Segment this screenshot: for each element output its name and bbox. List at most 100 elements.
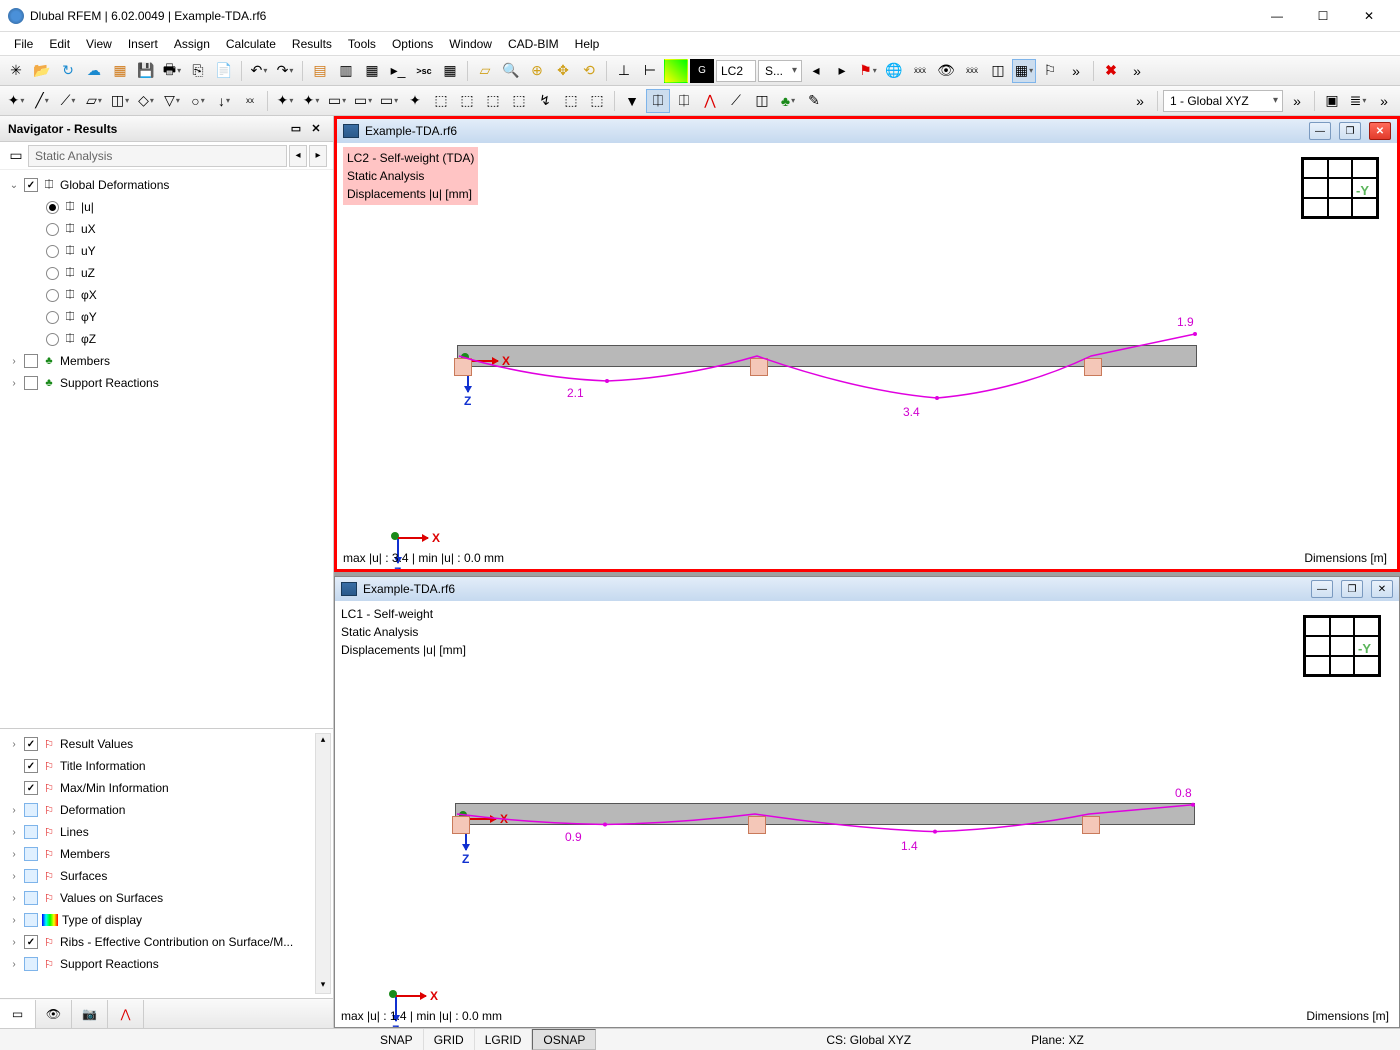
analysis-type-icon[interactable]: ▭: [6, 146, 26, 166]
next-lc-icon[interactable]: ▸: [830, 59, 854, 83]
block-icon[interactable]: ▦: [108, 59, 132, 83]
print-icon[interactable]: 🖶▾: [160, 59, 184, 83]
menu-help[interactable]: Help: [567, 34, 608, 54]
status-lgrid[interactable]: LGRID: [475, 1029, 533, 1050]
color-icon[interactable]: [664, 59, 688, 83]
label-icon[interactable]: xx: [238, 89, 262, 113]
menu-insert[interactable]: Insert: [120, 34, 166, 54]
tree-support-reactions[interactable]: › ♣ Support Reactions: [0, 372, 333, 394]
viewport-maximize-icon[interactable]: ❐: [1339, 122, 1361, 140]
checkbox[interactable]: [24, 935, 38, 949]
tool12-icon[interactable]: ⬚: [559, 89, 583, 113]
tree-global-deformations[interactable]: ⌄ ⎅ Global Deformations: [0, 174, 333, 196]
display-result-values[interactable]: › ⚐Result Values: [0, 733, 333, 755]
tool4-icon[interactable]: ▭▾: [351, 89, 375, 113]
grid2-icon[interactable]: ▦▾: [1012, 59, 1036, 83]
tree-radio-uY[interactable]: ⎅ uY: [0, 240, 333, 262]
viewport-0[interactable]: Example-TDA.rf6 — ❐ ✕ LC2 - Self-weight …: [334, 116, 1400, 572]
checkbox[interactable]: [24, 891, 38, 905]
more5-icon[interactable]: »: [1372, 89, 1396, 113]
solid-icon[interactable]: ◫▾: [108, 89, 132, 113]
flag-icon[interactable]: ⚑▾: [856, 59, 880, 83]
scrollbar[interactable]: ▴ ▾: [315, 733, 331, 994]
menu-file[interactable]: File: [6, 34, 41, 54]
delete-icon[interactable]: ✖: [1099, 59, 1123, 83]
tree-radio-uZ[interactable]: ⎅ uZ: [0, 262, 333, 284]
zoom-window-icon[interactable]: 🔍: [499, 59, 523, 83]
view-cube[interactable]: -Y: [1301, 157, 1379, 219]
new-icon[interactable]: ✳: [4, 59, 28, 83]
menu-window[interactable]: Window: [441, 34, 500, 54]
checkbox[interactable]: [24, 781, 38, 795]
copy-icon[interactable]: ⎘: [186, 59, 210, 83]
viewport-canvas[interactable]: LC2 - Self-weight (TDA)Static AnalysisDi…: [337, 143, 1397, 569]
display-lines[interactable]: › ⚐Lines: [0, 821, 333, 843]
checkbox[interactable]: [24, 178, 38, 192]
section-icon[interactable]: ⎅: [646, 89, 670, 113]
select-icon[interactable]: ▱: [473, 59, 497, 83]
tool3-icon[interactable]: ▭▾: [325, 89, 349, 113]
display-deformation[interactable]: › ⚐Deformation: [0, 799, 333, 821]
tool5-icon[interactable]: ▭▾: [377, 89, 401, 113]
more-icon[interactable]: »: [1064, 59, 1088, 83]
tree-members[interactable]: › ♣ Members: [0, 350, 333, 372]
zoom-all-icon[interactable]: ⊕: [525, 59, 549, 83]
radio[interactable]: [46, 289, 59, 302]
display-support-reactions[interactable]: › ⚐Support Reactions: [0, 953, 333, 975]
xxx2-icon[interactable]: ẋẋẋ: [960, 59, 984, 83]
table1-icon[interactable]: ▤: [308, 59, 332, 83]
tool2-icon[interactable]: ✦▾: [299, 89, 323, 113]
close-button[interactable]: ✕: [1346, 1, 1392, 31]
tab-results-icon[interactable]: ▭: [0, 1000, 36, 1028]
console-icon[interactable]: ▸_: [386, 59, 410, 83]
tool9-icon[interactable]: ⬚: [481, 89, 505, 113]
globe-icon[interactable]: 🌐: [882, 59, 906, 83]
viewport-canvas[interactable]: LC1 - Self-weightStatic AnalysisDisplace…: [335, 601, 1399, 1027]
node-icon[interactable]: ✦▾: [4, 89, 28, 113]
analysis-combo[interactable]: Static Analysis: [28, 145, 287, 167]
viewport-titlebar[interactable]: Example-TDA.rf6 — ❐ ✕: [335, 577, 1399, 601]
tool7-icon[interactable]: ⬚: [429, 89, 453, 113]
refresh-icon[interactable]: ↻: [56, 59, 80, 83]
status-grid[interactable]: GRID: [424, 1029, 475, 1050]
xxx-icon[interactable]: ẋẋẋ: [908, 59, 932, 83]
checkbox[interactable]: [24, 737, 38, 751]
checkbox[interactable]: [24, 869, 38, 883]
load-icon[interactable]: ↓▾: [212, 89, 236, 113]
panel-float-icon[interactable]: ▭: [287, 120, 305, 138]
tree-radio-|u|[interactable]: ⎅ |u|: [0, 196, 333, 218]
hinge-icon[interactable]: ○▾: [186, 89, 210, 113]
viewport-close-icon[interactable]: ✕: [1371, 580, 1393, 598]
menu-tools[interactable]: Tools: [340, 34, 384, 54]
cube-icon[interactable]: ◫: [986, 59, 1010, 83]
diagram2-icon[interactable]: ⟋: [724, 89, 748, 113]
view-icon[interactable]: ▣: [1320, 89, 1344, 113]
more2-icon[interactable]: »: [1125, 59, 1149, 83]
align2-icon[interactable]: ⊢: [638, 59, 662, 83]
display-max-min-information[interactable]: ⚐Max/Min Information: [0, 777, 333, 799]
menu-options[interactable]: Options: [384, 34, 441, 54]
display-values-on-surfaces[interactable]: › ⚐Values on Surfaces: [0, 887, 333, 909]
view-cube[interactable]: -Y: [1303, 615, 1381, 677]
display-ribs-effective-contribution-on-surface-m-[interactable]: › ⚐Ribs - Effective Contribution on Surf…: [0, 931, 333, 953]
tool1-icon[interactable]: ✦▾: [273, 89, 297, 113]
save-icon[interactable]: 💾: [134, 59, 158, 83]
script-icon[interactable]: >sc: [412, 59, 436, 83]
tool6-icon[interactable]: ✦: [403, 89, 427, 113]
tree-radio-φX[interactable]: ⎅ φX: [0, 284, 333, 306]
checkbox[interactable]: [24, 847, 38, 861]
radio[interactable]: [46, 311, 59, 324]
radio[interactable]: [46, 333, 59, 346]
checkbox[interactable]: [24, 957, 38, 971]
menu-calculate[interactable]: Calculate: [218, 34, 284, 54]
undo-icon[interactable]: ↶▾: [247, 59, 271, 83]
tab-eye-icon[interactable]: 👁: [36, 1000, 72, 1028]
table2-icon[interactable]: ▥: [334, 59, 358, 83]
checkbox[interactable]: [24, 354, 38, 368]
tree-radio-φZ[interactable]: ⎅ φZ: [0, 328, 333, 350]
panel-close-icon[interactable]: ✕: [307, 120, 325, 138]
viewport-1[interactable]: Example-TDA.rf6 — ❐ ✕ LC1 - Self-weightS…: [334, 576, 1400, 1028]
menu-edit[interactable]: Edit: [41, 34, 78, 54]
checkbox[interactable]: [24, 825, 38, 839]
tool10-icon[interactable]: ⬚: [507, 89, 531, 113]
